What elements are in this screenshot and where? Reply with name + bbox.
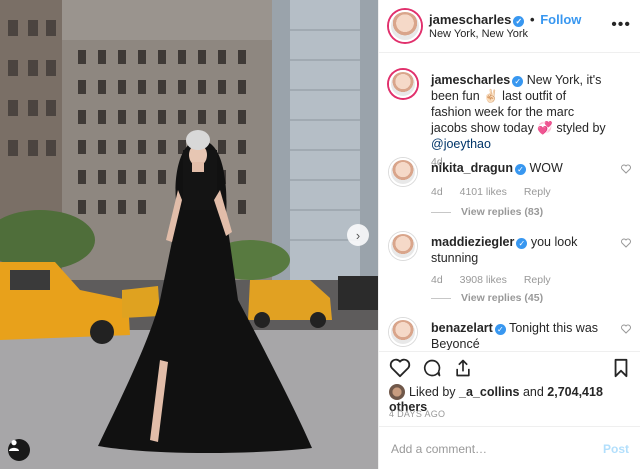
author-username[interactable]: jamescharles: [429, 12, 511, 27]
comment-likes[interactable]: 3908 likes: [460, 274, 507, 286]
tagged-user-button[interactable]: [8, 439, 30, 461]
caption-author-avatar[interactable]: [389, 70, 417, 98]
verified-badge-icon: ✓: [514, 164, 526, 175]
likes-connector: and: [519, 385, 548, 399]
comment-age: 4d: [431, 186, 443, 198]
comment-username[interactable]: maddieziegler: [431, 235, 514, 249]
person-icon: [9, 440, 19, 451]
add-comment-input[interactable]: Add a comment…: [391, 442, 487, 456]
comment-body: nikita_dragun ✓ WOW: [431, 160, 606, 176]
comment-bubble-icon[interactable]: [421, 358, 443, 378]
location-link[interactable]: New York, New York: [429, 28, 528, 40]
post-comment-button[interactable]: Post: [603, 442, 629, 456]
add-comment-bar: Add a comment… Post: [379, 426, 640, 469]
likes-prefix: Liked by: [409, 385, 460, 399]
comment-age: 4d: [431, 274, 443, 286]
heart-icon[interactable]: [621, 324, 631, 334]
caption-username[interactable]: jamescharles: [431, 73, 510, 87]
separator-dot: •: [530, 12, 535, 27]
caption-mention[interactable]: @joeythao: [431, 137, 491, 151]
comment-text: WOW: [525, 161, 563, 175]
share-icon[interactable]: [453, 358, 473, 378]
verified-badge-icon: ✓: [516, 238, 528, 249]
reply-button[interactable]: Reply: [524, 274, 551, 286]
reply-button[interactable]: Reply: [524, 186, 551, 198]
caption-body: jamescharles ✓ New York, it's been fun ✌🏻…: [431, 72, 606, 152]
post-details-panel: jamescharles ✓ • Follow New York, New Yor…: [378, 0, 640, 469]
heart-icon[interactable]: [621, 238, 631, 248]
carousel-next-button[interactable]: ›: [347, 224, 369, 246]
commenter-avatar[interactable]: [389, 158, 417, 186]
verified-badge-icon: ✓: [512, 76, 524, 87]
comment-meta: 4d 4101 likes Reply: [431, 184, 565, 200]
comments-list[interactable]: jamescharles ✓ New York, it's been fun ✌🏻…: [379, 54, 640, 350]
street-scene-illustration: [0, 0, 378, 469]
like-heart-icon[interactable]: [389, 358, 411, 378]
comment-body: maddieziegler ✓ you look stunning: [431, 234, 606, 266]
comment-meta: 4d 3908 likes Reply: [431, 272, 565, 288]
liker-avatar[interactable]: [389, 384, 405, 400]
comment-username[interactable]: nikita_dragun: [431, 161, 513, 175]
author-line: jamescharles ✓ • Follow: [429, 12, 581, 27]
verified-badge-icon: ✓: [513, 16, 525, 27]
commenter-avatar[interactable]: [389, 318, 417, 346]
view-replies-button[interactable]: View replies (83): [431, 204, 543, 220]
action-bar: [379, 351, 640, 383]
liker-username[interactable]: _a_collins: [459, 385, 519, 399]
more-options-icon[interactable]: •••: [611, 16, 631, 34]
comment-username[interactable]: benazelart: [431, 321, 493, 335]
author-avatar[interactable]: [389, 10, 421, 42]
post-header: jamescharles ✓ • Follow New York, New Yor…: [379, 0, 640, 53]
follow-button[interactable]: Follow: [540, 12, 581, 27]
commenter-avatar[interactable]: [389, 232, 417, 260]
view-replies-button[interactable]: View replies (45): [431, 290, 543, 306]
post-photo[interactable]: ›: [0, 0, 378, 469]
heart-icon[interactable]: [621, 164, 631, 174]
comment-likes[interactable]: 4101 likes: [460, 186, 507, 198]
verified-badge-icon: ✓: [494, 324, 506, 335]
save-bookmark-icon[interactable]: [613, 358, 629, 378]
comment-body: benazelart ✓ Tonight this was Beyoncé: [431, 320, 606, 350]
post-timestamp: 4 DAYS AGO: [389, 409, 446, 419]
